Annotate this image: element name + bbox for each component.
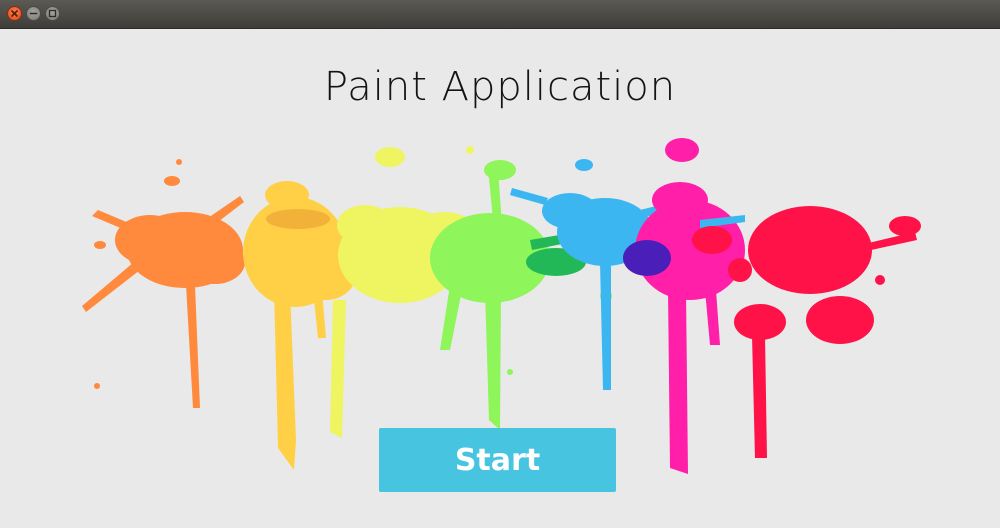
pink-splash <box>623 138 745 474</box>
app-window: Paint Application Start <box>0 0 1000 528</box>
maximize-window-button[interactable] <box>45 6 60 21</box>
minimize-window-button[interactable] <box>26 6 41 21</box>
close-icon <box>11 10 18 17</box>
red-splash <box>692 206 921 458</box>
start-button[interactable]: Start <box>379 428 616 492</box>
orange-splash <box>82 159 245 408</box>
app-title: Paint Application <box>323 64 677 110</box>
window-titlebar[interactable] <box>0 0 1000 29</box>
maximize-icon <box>48 9 57 18</box>
minimize-icon <box>29 12 38 15</box>
close-window-button[interactable] <box>7 6 22 21</box>
